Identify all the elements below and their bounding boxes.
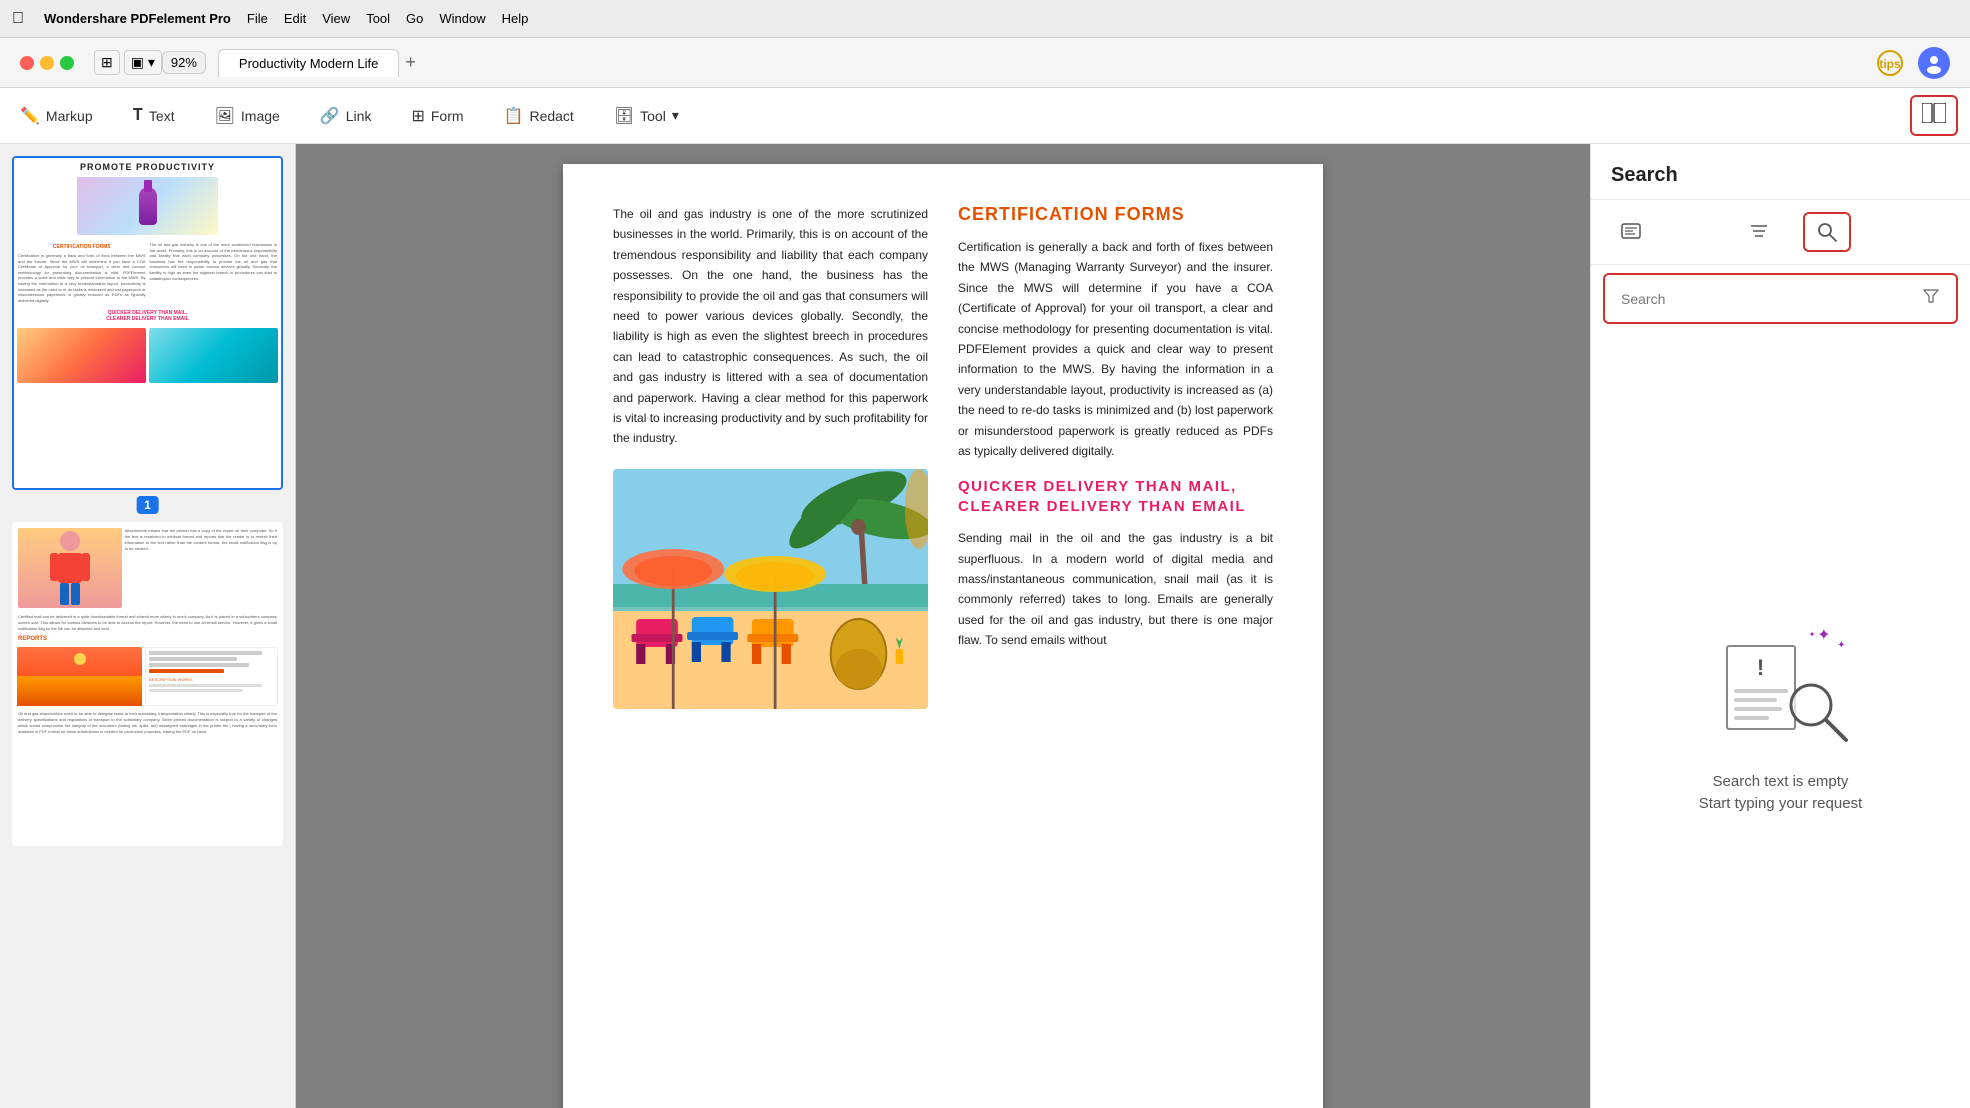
search-input[interactable] <box>1621 291 1914 307</box>
markup-icon: ✏️ <box>20 106 40 126</box>
maximize-button[interactable] <box>60 56 74 70</box>
menu-help[interactable]: Help <box>502 11 529 26</box>
form-label: Form <box>431 108 464 124</box>
text-button[interactable]: 𝐓 Text <box>113 99 195 133</box>
pdf-content-area[interactable]: The oil and gas industry is one of the m… <box>296 144 1590 1108</box>
menu-edit[interactable]: Edit <box>284 11 306 26</box>
sparkle-icon-1: ✦ <box>1817 625 1830 645</box>
grid-view-button[interactable]: ⊞ <box>94 50 120 75</box>
pdf-right-column: CERTIFICATION FORMS Certification is gen… <box>958 204 1273 709</box>
text-label: Text <box>149 108 175 124</box>
tips-icon[interactable]: tips <box>1874 47 1906 79</box>
sparkle-icon-3: ✦ <box>1809 630 1816 639</box>
menu-go[interactable]: Go <box>406 11 423 26</box>
minimize-button[interactable] <box>40 56 54 70</box>
redact-label: Redact <box>529 108 573 124</box>
link-icon: 🔗 <box>320 106 340 126</box>
menu-window[interactable]: Window <box>439 11 485 26</box>
user-avatar[interactable] <box>1918 47 1950 79</box>
tool-icon: 🗄 <box>614 106 634 126</box>
menubar:  Wondershare PDFelement Pro File Edit V… <box>0 0 1970 38</box>
view-controls: ⊞ ▣ ▾ <box>94 50 162 75</box>
text-search-button[interactable] <box>1803 212 1851 252</box>
tabbar: ⊞ ▣ ▾ 92% Productivity Modern Life + tip… <box>0 38 1970 88</box>
apple-icon:  <box>12 10 24 28</box>
thumbnail-container-2: Attachments means that the person has a … <box>12 522 283 846</box>
toolbar: ✏️ Markup 𝐓 Text 🖼 Image 🔗 Link ⊞ Form 📋… <box>0 88 1970 144</box>
panel-view-button[interactable]: ▣ ▾ <box>124 50 162 75</box>
close-button[interactable] <box>20 56 34 70</box>
sparkle-icon-2: ✦ <box>1837 640 1845 651</box>
menu-tool[interactable]: Tool <box>366 11 390 26</box>
thumb1-content: PROMOTE PRODUCTIVITY CERTIFICATION FORMS… <box>14 158 281 488</box>
tool-button[interactable]: 🗄 Tool ▾ <box>594 98 699 134</box>
search-empty-title: Search text is empty <box>1699 771 1862 794</box>
window-controls <box>8 56 86 70</box>
menu-file[interactable]: File <box>247 11 268 26</box>
search-input-container <box>1603 273 1958 324</box>
quicker-heading: QUICKER DELIVERY THAN MAIL, CLEARER DELI… <box>958 477 1273 516</box>
thumbnail-page-2[interactable]: Attachments means that the person has a … <box>12 522 283 846</box>
tab-title: Productivity Modern Life <box>239 56 378 71</box>
text-icon: 𝐓 <box>133 107 143 125</box>
pdf-page: The oil and gas industry is one of the m… <box>563 164 1323 1108</box>
app-name: Wondershare PDFelement Pro <box>44 11 231 26</box>
thumb2-content: Attachments means that the person has a … <box>14 524 281 844</box>
image-button[interactable]: 🖼 Image <box>195 98 300 134</box>
thumbnail-page-1[interactable]: PROMOTE PRODUCTIVITY CERTIFICATION FORMS… <box>12 156 283 490</box>
filter-rows-button[interactable] <box>1735 212 1783 252</box>
search-panel: Search <box>1590 144 1970 1108</box>
form-icon: ⊞ <box>411 106 424 126</box>
search-icon-row <box>1591 200 1970 265</box>
tab-productivity[interactable]: Productivity Modern Life <box>218 49 399 77</box>
pdf-beach-image <box>613 469 928 709</box>
search-empty-state: ✦ ✦ ✦ ! <box>1591 332 1970 1108</box>
markup-label: Markup <box>46 108 93 124</box>
thumbnail-sidebar: PROMOTE PRODUCTIVITY CERTIFICATION FORMS… <box>0 144 296 1108</box>
pdf-two-column: The oil and gas industry is one of the m… <box>613 204 1273 709</box>
cert-heading: CERTIFICATION FORMS <box>958 204 1273 225</box>
redact-icon: 📋 <box>504 106 524 126</box>
svg-text:tips: tips <box>1879 57 1901 71</box>
beach-scene <box>613 469 928 709</box>
menu-view[interactable]: View <box>322 11 350 26</box>
main-area: PROMOTE PRODUCTIVITY CERTIFICATION FORMS… <box>0 144 1970 1108</box>
search-empty-message: Search text is empty Start typing your r… <box>1699 771 1862 816</box>
filter-icon[interactable] <box>1922 287 1940 310</box>
tool-chevron-icon: ▾ <box>672 107 679 124</box>
search-illustration: ✦ ✦ ✦ ! <box>1711 625 1851 755</box>
comment-search-button[interactable] <box>1607 212 1655 252</box>
zoom-selector[interactable]: 92% <box>162 51 206 74</box>
magnifier-illustration <box>1786 680 1851 750</box>
thumb1-header: PROMOTE PRODUCTIVITY <box>14 158 281 174</box>
search-panel-toggle-button[interactable] <box>1910 95 1958 136</box>
link-button[interactable]: 🔗 Link <box>300 98 392 134</box>
image-label: Image <box>241 108 280 124</box>
form-button[interactable]: ⊞ Form <box>391 98 483 134</box>
tab-area: Productivity Modern Life + <box>218 49 1862 77</box>
page-number-badge-1: 1 <box>136 496 159 514</box>
thumbnail-container-1: PROMOTE PRODUCTIVITY CERTIFICATION FORMS… <box>12 156 283 490</box>
link-label: Link <box>346 108 372 124</box>
pdf-left-column: The oil and gas industry is one of the m… <box>613 204 928 709</box>
image-icon: 🖼 <box>215 106 235 126</box>
thumb1-cols: CERTIFICATION FORMS Certification is gen… <box>14 238 281 307</box>
thumb1-bottom-images <box>14 325 281 386</box>
quicker-text: Sending mail in the oil and the gas indu… <box>958 528 1273 650</box>
tool-label: Tool <box>640 108 666 124</box>
redact-button[interactable]: 📋 Redact <box>484 98 594 134</box>
new-tab-button[interactable]: + <box>399 52 422 73</box>
search-panel-title: Search <box>1591 144 1970 200</box>
markup-button[interactable]: ✏️ Markup <box>0 98 113 134</box>
left-col-text: The oil and gas industry is one of the m… <box>613 204 928 449</box>
tabbar-right: tips <box>1874 47 1962 79</box>
cert-text: Certification is generally a back and fo… <box>958 237 1273 461</box>
search-empty-subtitle: Start typing your request <box>1699 793 1862 816</box>
